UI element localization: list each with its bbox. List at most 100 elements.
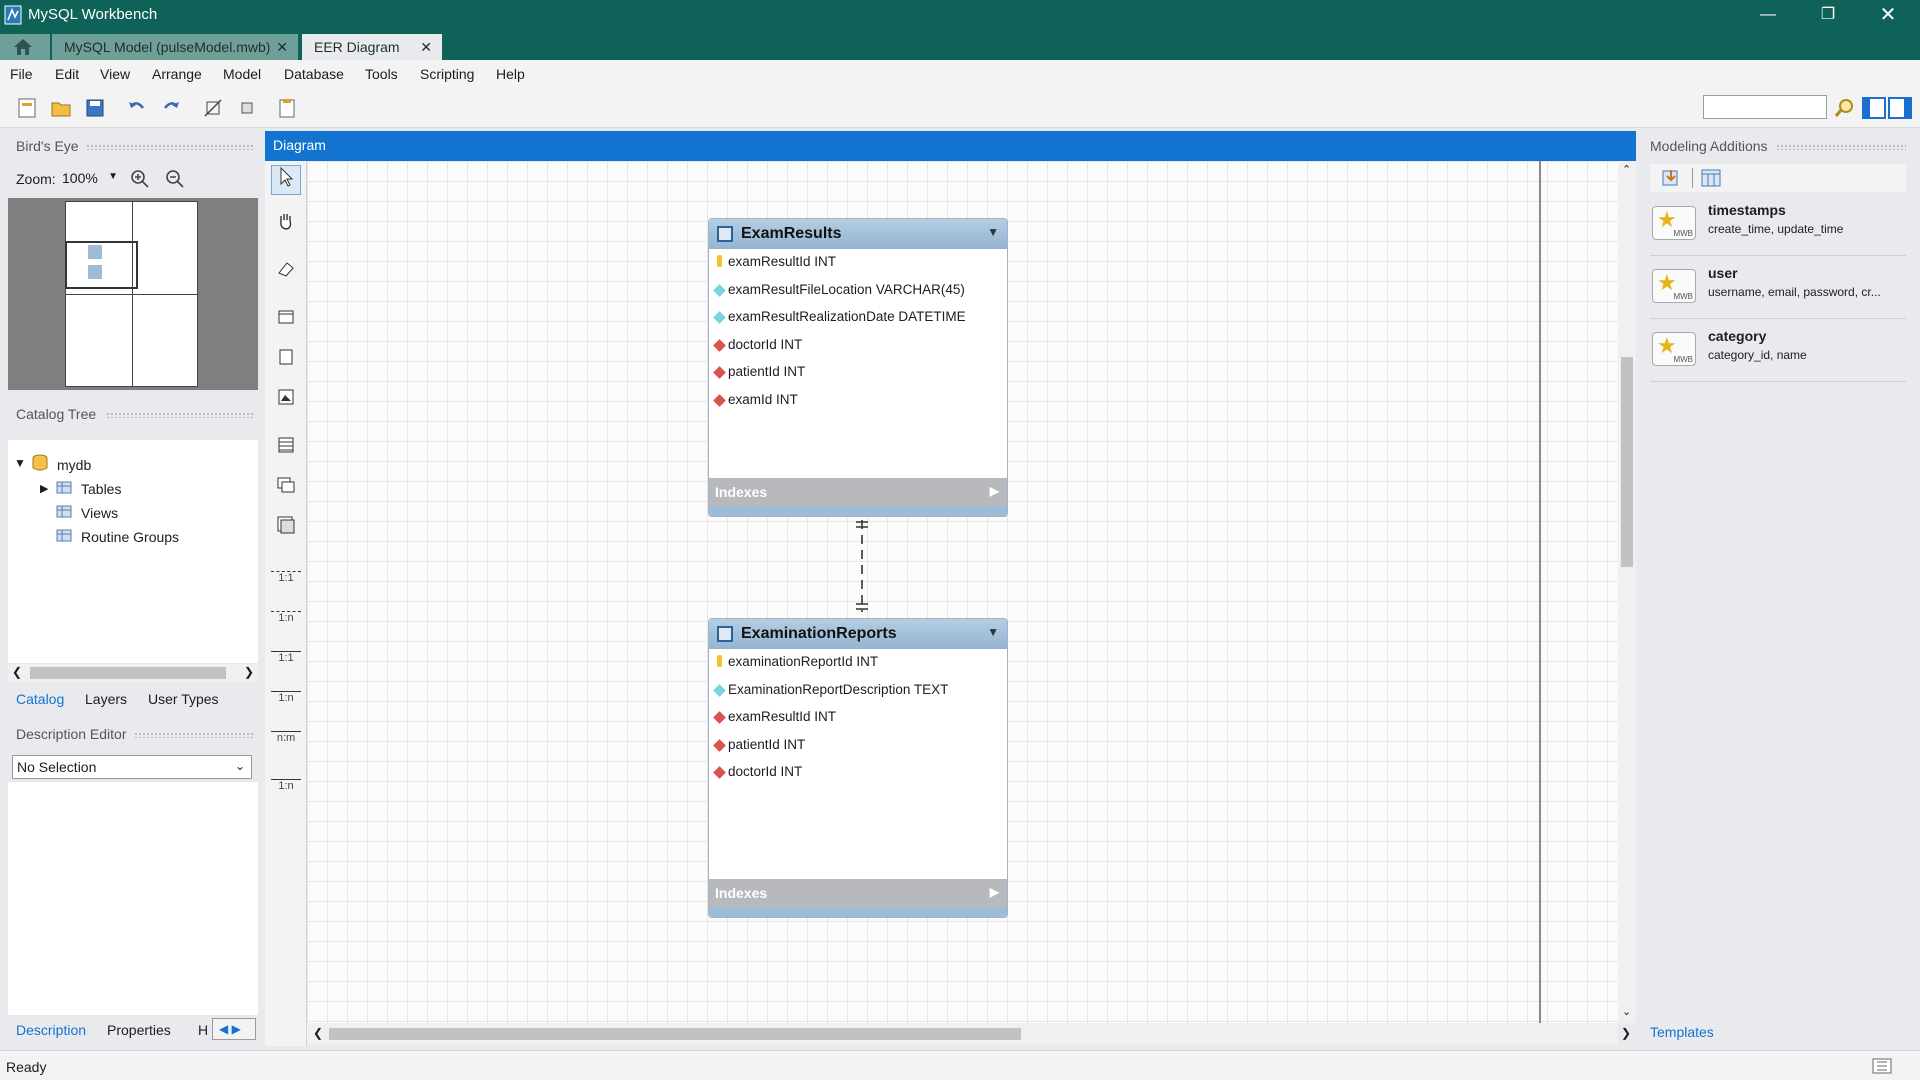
column-row[interactable]: examResultId INT [709,704,1007,732]
collapse-triangle-icon[interactable]: ▼ [987,625,999,639]
expand-arrow-icon[interactable]: ▼ [14,456,26,470]
paste-icon[interactable] [276,97,298,119]
template-timestamps[interactable]: ★ MWB timestamps create_time, update_time [1650,196,1906,256]
minimize-button[interactable]: — [1740,0,1796,30]
tab-templates[interactable]: Templates [1650,1024,1714,1040]
search-input[interactable] [1703,95,1827,119]
toggle-secondary-sidebar-icon[interactable] [1888,97,1912,119]
scroll-left-icon[interactable]: ❮ [313,1026,323,1040]
relationship-1-n-existing-columns[interactable]: 1:n [271,773,301,803]
tab-model-file[interactable]: MySQL Model (pulseModel.mwb) ✕ [52,34,298,60]
scrollbar-thumb[interactable] [30,667,226,679]
indexes-section[interactable]: Indexes ▶ [709,878,1007,907]
align-to-grid-icon[interactable] [236,97,258,119]
column-row[interactable]: examId INT [709,387,1007,415]
canvas-vertical-scrollbar[interactable]: ⌃ ⌄ [1618,161,1636,1023]
home-tab[interactable] [0,34,50,60]
tab-layers[interactable]: Layers [85,691,127,707]
tab-scroll-arrows-icon[interactable]: ◀ ▶ [212,1018,256,1040]
relationship-1-1-identifying[interactable]: 1:1 [271,645,301,675]
tab-user-types[interactable]: User Types [148,691,219,707]
scrollbar-thumb[interactable] [329,1028,1021,1040]
zoom-in-icon[interactable] [130,169,150,189]
expand-right-icon[interactable]: ▶ [990,885,999,899]
menu-model[interactable]: Model [223,66,261,82]
menu-tools[interactable]: Tools [365,66,398,82]
tree-item-routine-groups[interactable]: Routine Groups [81,529,179,545]
relationship-connector[interactable] [847,516,877,616]
eraser-tool[interactable] [271,259,301,289]
column-row[interactable]: doctorId INT [709,759,1007,787]
undo-icon[interactable] [126,97,148,119]
description-selection-dropdown[interactable]: No Selection ⌄ [12,755,252,779]
tree-item-views[interactable]: Views [81,505,118,521]
scroll-right-icon[interactable]: ❯ [244,665,254,679]
relationship-1-n-non-identifying[interactable]: 1:n [271,605,301,635]
import-template-icon[interactable] [1660,168,1682,188]
output-panel-toggle-icon[interactable] [1872,1058,1892,1074]
tree-root-mydb[interactable]: mydb [57,457,91,473]
template-user[interactable]: ★ MWB user username, email, password, cr.… [1650,259,1906,319]
column-row[interactable]: examResultId INT [709,249,1007,277]
column-row[interactable]: doctorId INT [709,332,1007,360]
select-tool[interactable] [271,165,301,195]
column-row[interactable]: patientId INT [709,359,1007,387]
tab-history[interactable]: H [198,1022,208,1038]
search-icon[interactable] [1833,97,1857,119]
tab-properties[interactable]: Properties [107,1022,171,1038]
catalog-horizontal-scrollbar[interactable]: ❮ ❯ [8,664,258,682]
scroll-left-icon[interactable]: ❮ [12,665,22,679]
zoom-select[interactable]: 100% ▼ [60,168,122,190]
template-category[interactable]: ★ MWB category category_id, name [1650,322,1906,382]
zoom-out-icon[interactable] [165,169,185,189]
collapse-arrow-icon[interactable]: ▶ [40,482,48,495]
menu-arrange[interactable]: Arrange [152,66,202,82]
column-row[interactable]: patientId INT [709,732,1007,760]
scrollbar-thumb[interactable] [1621,357,1633,567]
collapse-triangle-icon[interactable]: ▼ [987,225,999,239]
toggle-grid-icon[interactable] [202,97,224,119]
redo-icon[interactable] [160,97,182,119]
menu-edit[interactable]: Edit [55,66,79,82]
column-row[interactable]: examResultRealizationDate DATETIME [709,304,1007,332]
save-model-icon[interactable] [84,97,106,119]
open-model-icon[interactable] [50,97,72,119]
edit-templates-icon[interactable] [1700,168,1722,188]
entity-header[interactable]: ExamResults ▼ [709,219,1007,249]
indexes-section[interactable]: Indexes ▶ [709,478,1007,506]
menu-scripting[interactable]: Scripting [420,66,474,82]
tab-catalog[interactable]: Catalog [16,691,64,707]
menu-file[interactable]: File [10,66,33,82]
menu-help[interactable]: Help [496,66,525,82]
view-tool[interactable] [271,475,301,505]
tab-eer-diagram[interactable]: EER Diagram ✕ [302,34,442,60]
relationship-1-1-non-identifying[interactable]: 1:1 [271,565,301,595]
toggle-sidebar-icon[interactable] [1862,97,1886,119]
close-tab-icon[interactable]: ✕ [276,34,288,60]
new-model-icon[interactable] [16,97,38,119]
entity-examinationreports[interactable]: ExaminationReports ▼ examinationReportId… [708,618,1008,918]
layer-tool[interactable] [271,307,301,337]
entity-header[interactable]: ExaminationReports ▼ [709,619,1007,649]
scroll-up-icon[interactable]: ⌃ [1622,163,1631,176]
relationship-n-m-identifying[interactable]: n:m [271,725,301,755]
image-tool[interactable] [271,387,301,417]
close-tab-icon[interactable]: ✕ [420,34,432,60]
menu-view[interactable]: View [100,66,130,82]
close-window-button[interactable]: ✕ [1860,0,1916,30]
relationship-1-n-identifying[interactable]: 1:n [271,685,301,715]
scroll-down-icon[interactable]: ⌄ [1622,1005,1631,1018]
routine-group-tool[interactable] [271,515,301,545]
column-row[interactable]: examResultFileLocation VARCHAR(45) [709,277,1007,305]
tree-item-tables[interactable]: Tables [81,481,121,497]
column-row[interactable]: ExaminationReportDescription TEXT [709,677,1007,705]
entity-examresults[interactable]: ExamResults ▼ examResultId INT examResul… [708,218,1008,517]
note-tool[interactable] [271,347,301,377]
hand-tool[interactable] [271,211,301,241]
menu-database[interactable]: Database [284,66,344,82]
column-row[interactable]: examinationReportId INT [709,649,1007,677]
expand-right-icon[interactable]: ▶ [990,484,999,498]
description-textarea[interactable] [8,782,258,1015]
table-tool[interactable] [271,435,301,465]
tab-description[interactable]: Description [16,1022,86,1038]
